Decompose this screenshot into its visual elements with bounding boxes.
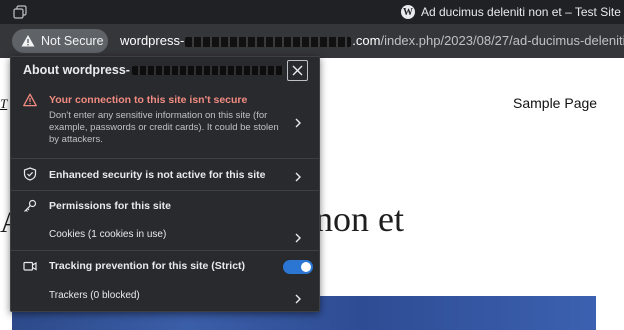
trackers-row[interactable]: Trackers (0 blocked)	[11, 281, 319, 311]
url-redaction	[185, 36, 352, 47]
warning-icon	[21, 35, 35, 47]
popup-title-redaction	[131, 65, 284, 75]
enhanced-security-label: Enhanced security is not active for this…	[49, 169, 266, 181]
camera-tracking-icon	[23, 261, 37, 271]
wordpress-icon: W	[401, 5, 415, 19]
tab-strip: W Ad ducimus deleniti non et – Test Site…	[0, 0, 624, 24]
shield-icon	[23, 167, 37, 181]
address-bar: Not Secure wordpress- .com/index.php/2023…	[0, 24, 624, 58]
connection-warning-title: Your connection to this site isn't secur…	[49, 94, 248, 106]
chevron-right-icon	[294, 169, 302, 182]
tab-actions-icon[interactable]	[13, 5, 27, 19]
trackers-label: Trackers (0 blocked)	[49, 290, 140, 301]
not-secure-label: Not Secure	[41, 34, 104, 48]
permissions-header: Permissions for this site	[11, 191, 319, 221]
url-field[interactable]: wordpress- .com/index.php/2023/08/27/ad-d…	[120, 33, 624, 48]
connection-warning-description: Don't enter any sensitive information on…	[49, 110, 279, 145]
popup-title-text: About wordpress-	[23, 63, 130, 77]
site-info-button[interactable]: Not Secure	[12, 29, 108, 53]
chevron-right-icon	[294, 230, 302, 243]
enhanced-security-row[interactable]: Enhanced security is not active for this…	[11, 159, 319, 189]
sample-page-link[interactable]: Sample Page	[513, 95, 597, 111]
tracking-prevention-label: Tracking prevention for this site (Stric…	[49, 260, 246, 272]
url-path: /index.php/2023/08/27/ad-ducimus-delenit…	[380, 33, 624, 48]
close-icon	[292, 65, 303, 76]
popup-title: About wordpress-	[23, 63, 284, 77]
toggle-knob	[301, 262, 311, 272]
chevron-right-icon	[294, 115, 302, 128]
url-host-start: wordpress-	[120, 33, 185, 48]
warning-triangle-icon	[23, 93, 37, 107]
tab-title: Ad ducimus deleniti non et – Test Site 1	[421, 5, 624, 19]
tracking-prevention-row: Tracking prevention for this site (Stric…	[11, 251, 319, 281]
permissions-label: Permissions for this site	[49, 200, 171, 212]
site-title[interactable]: T	[0, 96, 7, 112]
cookies-label: Cookies (1 cookies in use)	[49, 229, 167, 240]
tracking-prevention-toggle[interactable]	[283, 260, 313, 274]
popup-header: About wordpress-	[11, 57, 319, 85]
key-icon	[24, 199, 37, 212]
active-tab[interactable]: W Ad ducimus deleniti non et – Test Site…	[392, 0, 624, 24]
close-button[interactable]	[287, 60, 308, 81]
cookies-row[interactable]: Cookies (1 cookies in use)	[11, 221, 319, 249]
chevron-right-icon	[294, 291, 302, 304]
site-info-popup: About wordpress- Your connection to this…	[10, 56, 320, 312]
url-host-end: .com	[352, 33, 381, 48]
